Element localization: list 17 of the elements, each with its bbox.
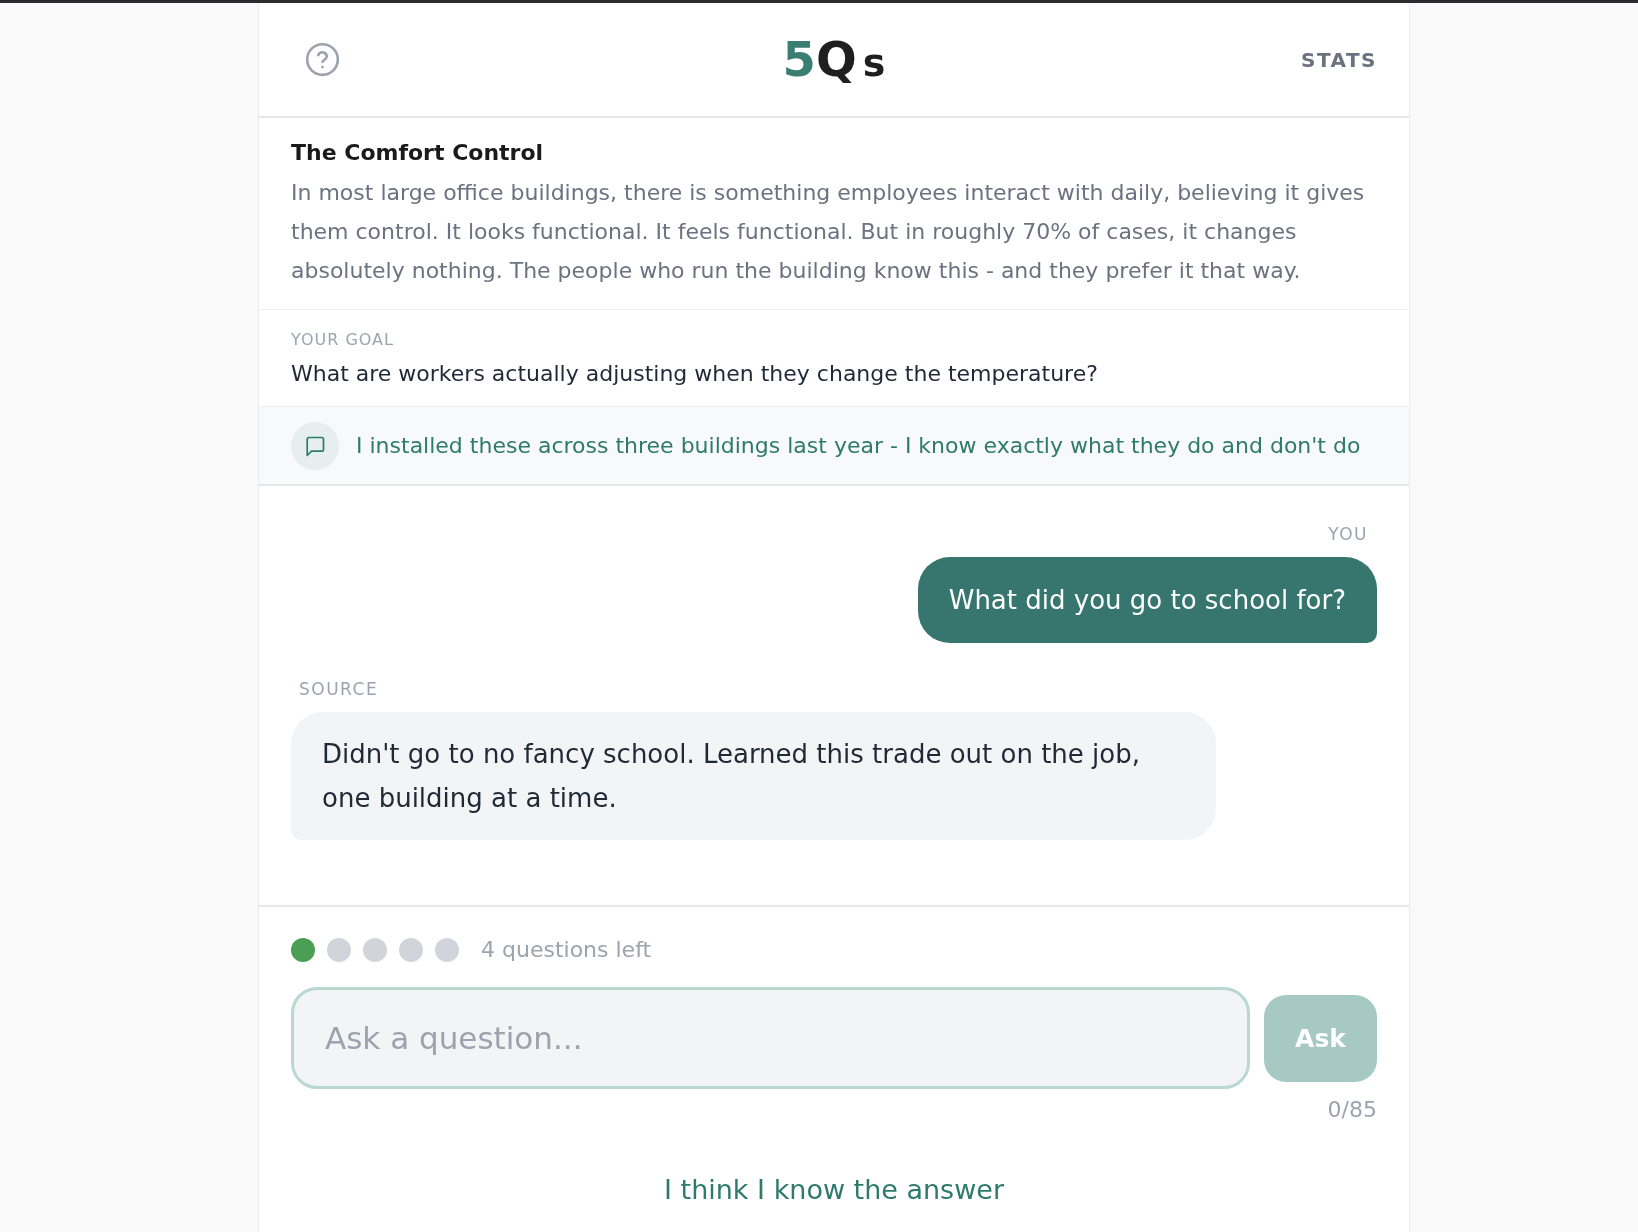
sender-label: YOU (1328, 523, 1368, 545)
character-count: 0/85 (1327, 1096, 1377, 1124)
goal-label: YOUR GOAL (291, 330, 395, 350)
chat-bubble-icon (291, 421, 339, 470)
hint-text: I installed these across three buildings last year - I know exactly what they do and don't do (356, 433, 1361, 458)
sender-label: SOURCE (299, 678, 379, 700)
puzzle-description: In most large office buildings, there is something employees interact with daily, believing it gives them control. It looks functional. It feels functional. But in roughly 70% of cases, it changes absolutely nothing. The people who run the building know this - and they prefer it that way. (291, 179, 1366, 285)
goal-text: What are workers actually adjusting when they change the temperature? (291, 360, 1099, 388)
puzzle-title: The Comfort Control (291, 139, 545, 167)
question-input[interactable]: Ask a question... (291, 987, 1250, 1089)
message-bubble: Didn't go to no fancy school. Learned this trade out on the job, one building at a time. (291, 712, 1216, 840)
app-logo: 5Q s (782, 34, 886, 83)
answer-link[interactable]: I think I know the answer (664, 1172, 1004, 1208)
stats-link[interactable]: STATS (1301, 47, 1377, 72)
questions-left-text: 4 questions left (481, 937, 652, 962)
help-icon[interactable] (305, 42, 340, 77)
message-bubble: What did you go to school for? (917, 557, 1377, 643)
